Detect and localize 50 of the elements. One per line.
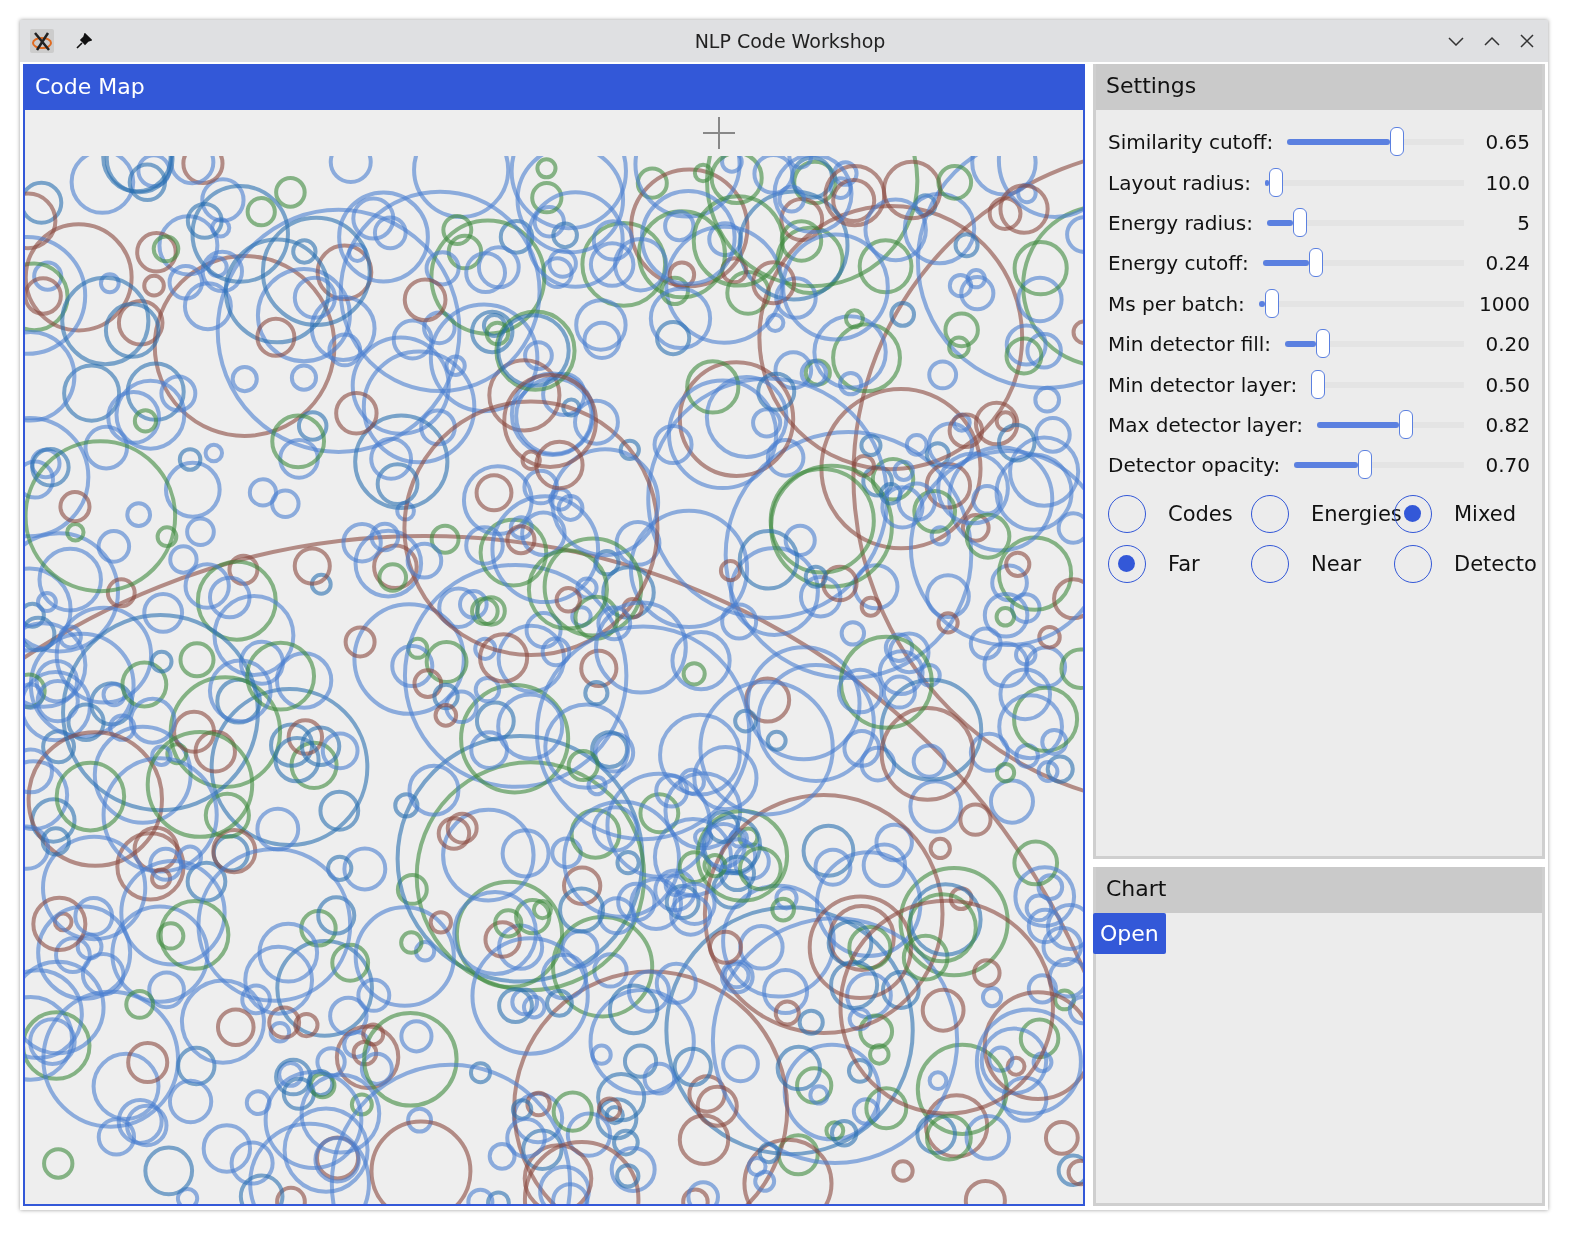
radio-label: Near (1311, 551, 1362, 576)
slider-label: Min detector layer: (1108, 372, 1298, 397)
slider-thumb[interactable] (1264, 288, 1279, 318)
radio-label: Mixed (1454, 501, 1516, 526)
radio-label: Far (1168, 551, 1200, 576)
slider-label: Energy cutoff: (1108, 251, 1249, 276)
slider-value: 5 (1516, 210, 1530, 235)
slider-thumb[interactable] (1399, 409, 1414, 439)
app-logo-icon (30, 29, 54, 53)
minimize-icon[interactable] (1448, 36, 1464, 46)
slider-value: 0.20 (1484, 332, 1530, 357)
slider-thumb[interactable] (1268, 167, 1283, 197)
slider-value: 0.65 (1484, 130, 1530, 155)
slider-thumb[interactable] (1316, 329, 1331, 359)
radio-label: Codes (1168, 501, 1233, 526)
slider-value: 10.0 (1484, 170, 1530, 195)
slider-fill (1294, 462, 1359, 469)
radio-label: Energies (1311, 501, 1402, 526)
slider-label: Min detector fill: (1108, 332, 1272, 357)
slider-thumb[interactable] (1389, 127, 1404, 157)
panel-title: Chart (1096, 867, 1542, 913)
slider-thumb[interactable] (1309, 248, 1324, 278)
slider-fill (1264, 179, 1269, 186)
slider-label: Detector opacity: (1108, 453, 1281, 478)
panel-title: Settings (1096, 64, 1542, 110)
slider-label: Similarity cutoff: (1108, 130, 1274, 155)
open-button[interactable]: Open (1093, 913, 1166, 954)
radio-label: Detecto (1454, 551, 1537, 576)
slider-value: 0.24 (1484, 251, 1530, 276)
slider-thumb[interactable] (1292, 207, 1307, 237)
slider-thumb[interactable] (1358, 450, 1373, 480)
panel-title: Code Map (25, 66, 1083, 110)
pin-icon[interactable] (76, 33, 92, 49)
crosshair-icon[interactable] (702, 116, 736, 150)
slider-value: 1000 (1478, 291, 1530, 316)
slider-label: Layout radius: (1108, 170, 1251, 195)
slider-label: Ms per batch: (1108, 291, 1245, 316)
slider-label: Energy radius: (1108, 210, 1253, 235)
slider-fill (1285, 341, 1317, 348)
slider-fill (1266, 219, 1293, 226)
maximize-icon[interactable] (1484, 36, 1500, 46)
slider-fill (1262, 260, 1310, 267)
slider-label: Max detector layer: (1108, 412, 1304, 437)
close-icon[interactable] (1520, 34, 1534, 48)
slider-value: 0.50 (1484, 372, 1530, 397)
slider-value: 0.70 (1484, 453, 1530, 478)
window-title: NLP Code Workshop (693, 30, 887, 52)
slider-thumb[interactable] (1311, 369, 1326, 399)
slider-value: 0.82 (1484, 412, 1530, 437)
slider-fill (1258, 300, 1265, 307)
